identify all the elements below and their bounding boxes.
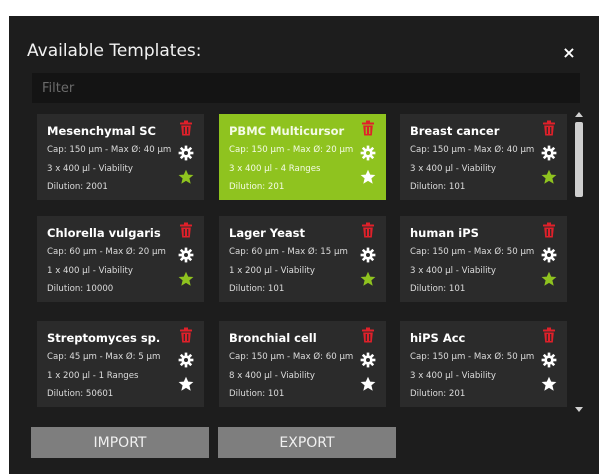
template-dilution: Dilution: 101 <box>410 182 466 192</box>
template-volume: 1 x 200 µl - Viability <box>229 266 315 276</box>
close-icon[interactable]: × <box>562 45 576 61</box>
template-cap: Cap: 150 µm - Max Ø: 50 µm <box>410 352 535 362</box>
template-name: human iPS <box>410 226 479 240</box>
template-dilution: Dilution: 101 <box>229 284 285 294</box>
template-volume: 3 x 400 µl - Viability <box>410 371 496 381</box>
template-card[interactable]: Lager Yeast Cap: 60 µm - Max Ø: 15 µm 1 x … <box>219 216 386 302</box>
scroll-up-arrow-icon[interactable] <box>575 112 583 117</box>
template-volume: 1 x 200 µl - 1 Ranges <box>47 371 139 381</box>
star-icon[interactable] <box>541 271 557 287</box>
gear-icon[interactable] <box>360 247 376 263</box>
template-cap: Cap: 150 µm - Max Ø: 60 µm <box>229 352 354 362</box>
export-button[interactable]: EXPORT <box>218 427 396 458</box>
template-name: Chlorella vulgaris <box>47 226 161 240</box>
trash-icon[interactable] <box>541 327 557 343</box>
filter-input[interactable] <box>32 73 580 103</box>
template-dilution: Dilution: 101 <box>229 389 285 399</box>
template-cap: Cap: 150 µm - Max Ø: 40 µm <box>47 145 172 155</box>
template-name: hiPS Acc <box>410 331 466 345</box>
trash-icon[interactable] <box>178 327 194 343</box>
template-volume: 3 x 400 µl - 4 Ranges <box>229 164 321 174</box>
template-dilution: Dilution: 2001 <box>47 182 108 192</box>
template-cap: Cap: 60 µm - Max Ø: 15 µm <box>229 247 348 257</box>
gear-icon[interactable] <box>541 145 557 161</box>
trash-icon[interactable] <box>360 120 376 136</box>
scrollbar-thumb[interactable] <box>575 122 583 197</box>
template-volume: 3 x 400 µl - Viability <box>410 266 496 276</box>
gear-icon[interactable] <box>178 247 194 263</box>
template-card[interactable]: Chlorella vulgaris Cap: 60 µm - Max Ø: 20… <box>37 216 204 302</box>
template-cap: Cap: 150 µm - Max Ø: 50 µm <box>410 247 535 257</box>
template-name: PBMC Multicursor <box>229 124 345 138</box>
trash-icon[interactable] <box>541 120 557 136</box>
star-icon[interactable] <box>360 271 376 287</box>
star-icon[interactable] <box>541 169 557 185</box>
templates-dialog: Available Templates: × Mesenchymal SC Cap… <box>9 16 599 474</box>
template-name: Streptomyces sp. <box>47 331 161 345</box>
template-dilution: Dilution: 50601 <box>47 389 114 399</box>
trash-icon[interactable] <box>360 327 376 343</box>
scroll-down-arrow-icon[interactable] <box>575 407 583 412</box>
template-volume: 8 x 400 µl - Viability <box>229 371 315 381</box>
template-name: Bronchial cell <box>229 331 317 345</box>
template-card[interactable]: Breast cancer Cap: 150 µm - Max Ø: 40 µm 3… <box>400 114 567 200</box>
star-icon[interactable] <box>360 376 376 392</box>
template-cap: Cap: 45 µm - Max Ø: 5 µm <box>47 352 161 362</box>
gear-icon[interactable] <box>178 145 194 161</box>
import-button[interactable]: IMPORT <box>31 427 209 458</box>
template-card[interactable]: Mesenchymal SC Cap: 150 µm - Max Ø: 40 µm… <box>37 114 204 200</box>
template-dilution: Dilution: 101 <box>410 284 466 294</box>
template-volume: 3 x 400 µl - Viability <box>410 164 496 174</box>
star-icon[interactable] <box>178 376 194 392</box>
template-card[interactable]: hiPS Acc Cap: 150 µm - Max Ø: 50 µm 3 x 40… <box>400 321 567 407</box>
gear-icon[interactable] <box>541 352 557 368</box>
template-cap: Cap: 150 µm - Max Ø: 40 µm <box>410 145 535 155</box>
template-dilution: Dilution: 201 <box>410 389 466 399</box>
template-volume: 3 x 400 µl - Viability <box>47 164 133 174</box>
template-card[interactable]: human iPS Cap: 150 µm - Max Ø: 50 µm 3 x 4… <box>400 216 567 302</box>
template-cap: Cap: 60 µm - Max Ø: 20 µm <box>47 247 166 257</box>
star-icon[interactable] <box>360 169 376 185</box>
template-cap: Cap: 150 µm - Max Ø: 20 µm <box>229 145 354 155</box>
gear-icon[interactable] <box>178 352 194 368</box>
template-card[interactable]: Streptomyces sp. Cap: 45 µm - Max Ø: 5 µm… <box>37 321 204 407</box>
template-name: Breast cancer <box>410 124 500 138</box>
trash-icon[interactable] <box>360 222 376 238</box>
gear-icon[interactable] <box>541 247 557 263</box>
dialog-title: Available Templates: <box>27 41 202 61</box>
gear-icon[interactable] <box>360 145 376 161</box>
star-icon[interactable] <box>541 376 557 392</box>
template-card[interactable]: Bronchial cell Cap: 150 µm - Max Ø: 60 µm… <box>219 321 386 407</box>
scrollbar[interactable] <box>574 112 584 412</box>
star-icon[interactable] <box>178 169 194 185</box>
template-dilution: Dilution: 201 <box>229 182 285 192</box>
trash-icon[interactable] <box>178 120 194 136</box>
gear-icon[interactable] <box>360 352 376 368</box>
template-card[interactable]: PBMC Multicursor Cap: 150 µm - Max Ø: 20 … <box>219 114 386 200</box>
template-volume: 1 x 400 µl - Viability <box>47 266 133 276</box>
trash-icon[interactable] <box>178 222 194 238</box>
star-icon[interactable] <box>178 271 194 287</box>
trash-icon[interactable] <box>541 222 557 238</box>
template-name: Mesenchymal SC <box>47 124 156 138</box>
template-name: Lager Yeast <box>229 226 305 240</box>
template-dilution: Dilution: 10000 <box>47 284 114 294</box>
